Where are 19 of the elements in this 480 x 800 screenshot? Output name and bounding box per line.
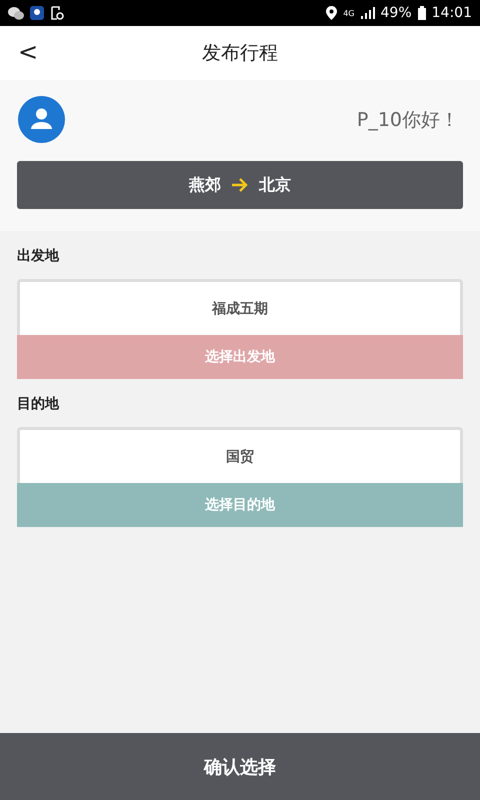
network-label: 4G — [343, 8, 355, 18]
greeting-text: P_10你好！ — [356, 108, 459, 132]
arrow-icon — [231, 178, 249, 192]
avatar-icon — [18, 96, 65, 143]
signal-icon — [360, 7, 375, 19]
destination-city: 北京 — [259, 174, 291, 196]
section-label: 目的地 — [17, 395, 60, 413]
place-field: 福成五期 — [17, 279, 463, 335]
battery-icon — [418, 6, 426, 20]
battery-percent: 49% — [380, 5, 412, 21]
chat-icon — [8, 6, 24, 20]
clock: 14:01 — [432, 5, 472, 21]
confirm-button[interactable]: 确认选择 — [0, 733, 480, 800]
page-title: 发布行程 — [202, 41, 278, 66]
back-button[interactable]: < — [12, 36, 44, 68]
origin-city: 燕郊 — [189, 174, 221, 196]
place-field: 国贸 — [17, 427, 463, 483]
location-icon — [326, 6, 338, 20]
section-label: 出发地 — [17, 247, 60, 265]
